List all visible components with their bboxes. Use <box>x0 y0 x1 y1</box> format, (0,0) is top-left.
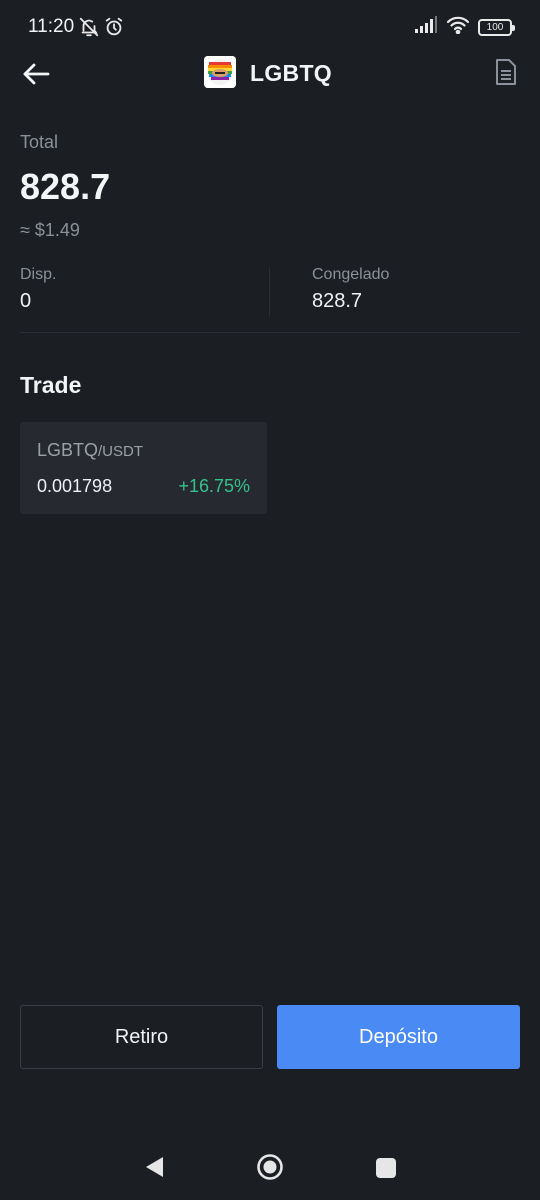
nav-back-icon[interactable] <box>142 1154 166 1180</box>
frozen-label: Congelado <box>312 266 390 283</box>
pair-quote: /USDT <box>98 443 144 460</box>
pair-name: LGBTQ/USDT <box>37 440 143 461</box>
back-arrow-icon[interactable] <box>18 56 54 92</box>
status-bar: 11:20 100 <box>0 0 540 56</box>
pair-base: LGBTQ <box>37 440 99 460</box>
frozen-value: 828.7 <box>312 290 363 312</box>
withdraw-button[interactable]: Retiro <box>20 1005 263 1069</box>
alarm-clock-icon <box>103 16 127 40</box>
muted-bell-icon <box>78 16 102 40</box>
available-value: 0 <box>20 290 32 312</box>
total-label: Total <box>20 132 59 152</box>
battery-icon: 100 <box>478 19 515 36</box>
header: LGBTQ <box>0 50 540 98</box>
trade-pair-card[interactable]: LGBTQ/USDT 0.001798 +16.75% <box>20 422 267 514</box>
deposit-button[interactable]: Depósito <box>277 1005 520 1069</box>
nav-recents-icon[interactable] <box>375 1157 397 1179</box>
available-label: Disp. <box>20 266 57 283</box>
section-divider <box>20 332 520 333</box>
trade-section-title: Trade <box>20 372 82 398</box>
status-time: 11:20 <box>28 16 75 37</box>
document-list-icon[interactable] <box>494 58 522 88</box>
signal-icon <box>414 16 438 39</box>
system-nav-bar <box>0 1140 540 1200</box>
status-right-icons: 100 <box>414 16 515 39</box>
usd-equivalent: ≈ $1.49 <box>20 220 80 240</box>
pair-change: +16.75% <box>178 476 250 496</box>
asset-detail-screen: 11:20 100 LGBTQ Total 828.7 ≈ $1.49 Disp… <box>0 0 540 1200</box>
nav-home-icon[interactable] <box>256 1153 284 1181</box>
page-title: LGBTQ <box>250 60 332 86</box>
pair-price: 0.001798 <box>37 476 113 496</box>
wifi-icon <box>446 16 470 39</box>
token-logo-icon <box>204 56 236 88</box>
column-divider <box>269 268 270 316</box>
total-value: 828.7 <box>20 166 111 207</box>
